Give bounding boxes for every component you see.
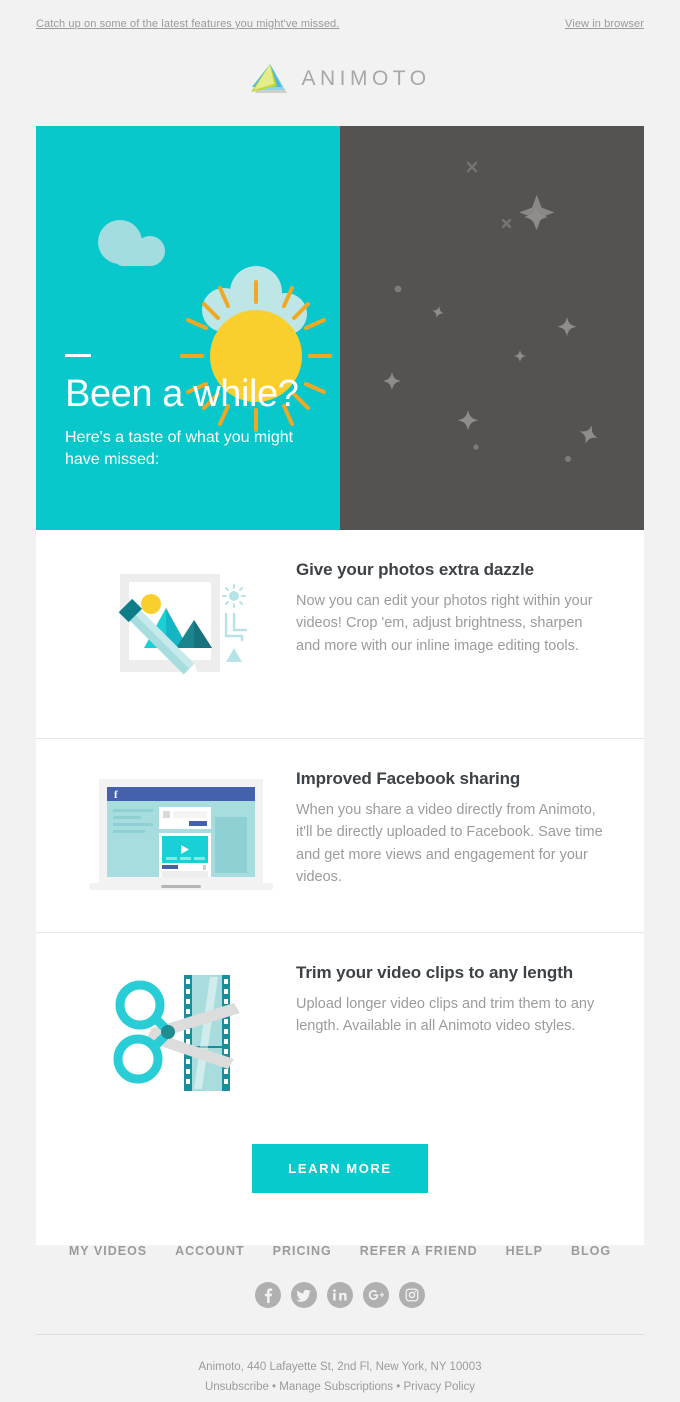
scissors-filmstrip-illustration xyxy=(113,975,240,1091)
animoto-triangle-logo-icon xyxy=(251,64,288,93)
feature-title: Give your photos extra dazzle xyxy=(296,560,534,579)
cloud-icon xyxy=(98,220,165,266)
svg-text:f: f xyxy=(114,789,118,801)
email-page: Catch up on some of the latest features … xyxy=(0,0,680,1402)
feature-art xyxy=(66,963,296,1097)
photo-editing-illustration xyxy=(118,574,248,681)
feature-art: f xyxy=(66,769,296,898)
facebook-icon[interactable] xyxy=(255,1282,281,1308)
footer-link-my-videos[interactable]: MY VIDEOS xyxy=(55,1244,161,1258)
stars-icon xyxy=(383,161,598,462)
footer-link-blog[interactable]: BLOG xyxy=(557,1244,625,1258)
brand-header: ANIMOTO xyxy=(0,62,680,96)
hero-subtitle: Here's a taste of what you might have mi… xyxy=(65,428,294,469)
hero-banner: Been a while? Here's a taste of what you… xyxy=(36,126,644,530)
feature-art xyxy=(66,560,296,704)
footer-link-account[interactable]: ACCOUNT xyxy=(161,1244,259,1258)
footer-link-help[interactable]: HELP xyxy=(492,1244,557,1258)
feature-text: Give your photos extra dazzle Now you ca… xyxy=(296,560,614,657)
footer: MY VIDEOS ACCOUNT PRICING REFER A FRIEND… xyxy=(0,1212,680,1397)
hero-title: Been a while? xyxy=(65,372,299,415)
feature-title: Trim your video clips to any length xyxy=(296,963,574,982)
legal-links[interactable]: Unsubscribe • Manage Subscriptions • Pri… xyxy=(0,1377,680,1397)
feature-body: Now you can edit your photos right withi… xyxy=(296,593,593,654)
email-body-card: Been a while? Here's a taste of what you… xyxy=(36,126,644,1245)
company-address: Animoto, 440 Lafayette St, 2nd Fl, New Y… xyxy=(198,1361,482,1373)
feature-row-facebook-sharing: f Improved Facebook sharing When you sha… xyxy=(36,738,644,932)
feature-title: Improved Facebook sharing xyxy=(296,769,521,788)
feature-body: Upload longer video clips and trim them … xyxy=(296,996,595,1035)
feature-text: Trim your video clips to any length Uplo… xyxy=(296,963,614,1038)
googleplus-icon[interactable] xyxy=(363,1282,389,1308)
instagram-icon[interactable] xyxy=(399,1282,425,1308)
feature-text: Improved Facebook sharing When you share… xyxy=(296,769,614,889)
hero-dash-rule xyxy=(65,353,91,357)
preheader: Catch up on some of the latest features … xyxy=(36,18,644,30)
feature-body: When you share a video directly from Ani… xyxy=(296,802,603,886)
catch-up-link[interactable]: Catch up on some of the latest features … xyxy=(36,18,339,30)
feature-row-photo-editing: Give your photos extra dazzle Now you ca… xyxy=(36,530,644,738)
learn-more-button[interactable]: LEARN MORE xyxy=(252,1144,428,1193)
footer-nav: MY VIDEOS ACCOUNT PRICING REFER A FRIEND… xyxy=(0,1212,680,1258)
hero-left-day-panel: Been a while? Here's a taste of what you… xyxy=(36,126,340,530)
brand-wordmark: ANIMOTO xyxy=(301,67,431,90)
linkedin-icon[interactable] xyxy=(327,1282,353,1308)
hero-right-night-panel xyxy=(340,126,644,530)
laptop-facebook-share-illustration: f xyxy=(89,779,273,890)
view-in-browser-link[interactable]: View in browser xyxy=(565,18,644,30)
twitter-icon[interactable] xyxy=(291,1282,317,1308)
feature-row-video-trim: Trim your video clips to any length Uplo… xyxy=(36,932,644,1131)
footer-legal: Animoto, 440 Lafayette St, 2nd Fl, New Y… xyxy=(0,1357,680,1397)
hero-copy: Been a while? Here's a taste of what you… xyxy=(65,353,305,472)
footer-link-refer-a-friend[interactable]: REFER A FRIEND xyxy=(346,1244,492,1258)
social-links xyxy=(0,1282,680,1308)
footer-divider xyxy=(36,1334,644,1335)
footer-link-pricing[interactable]: PRICING xyxy=(259,1244,346,1258)
